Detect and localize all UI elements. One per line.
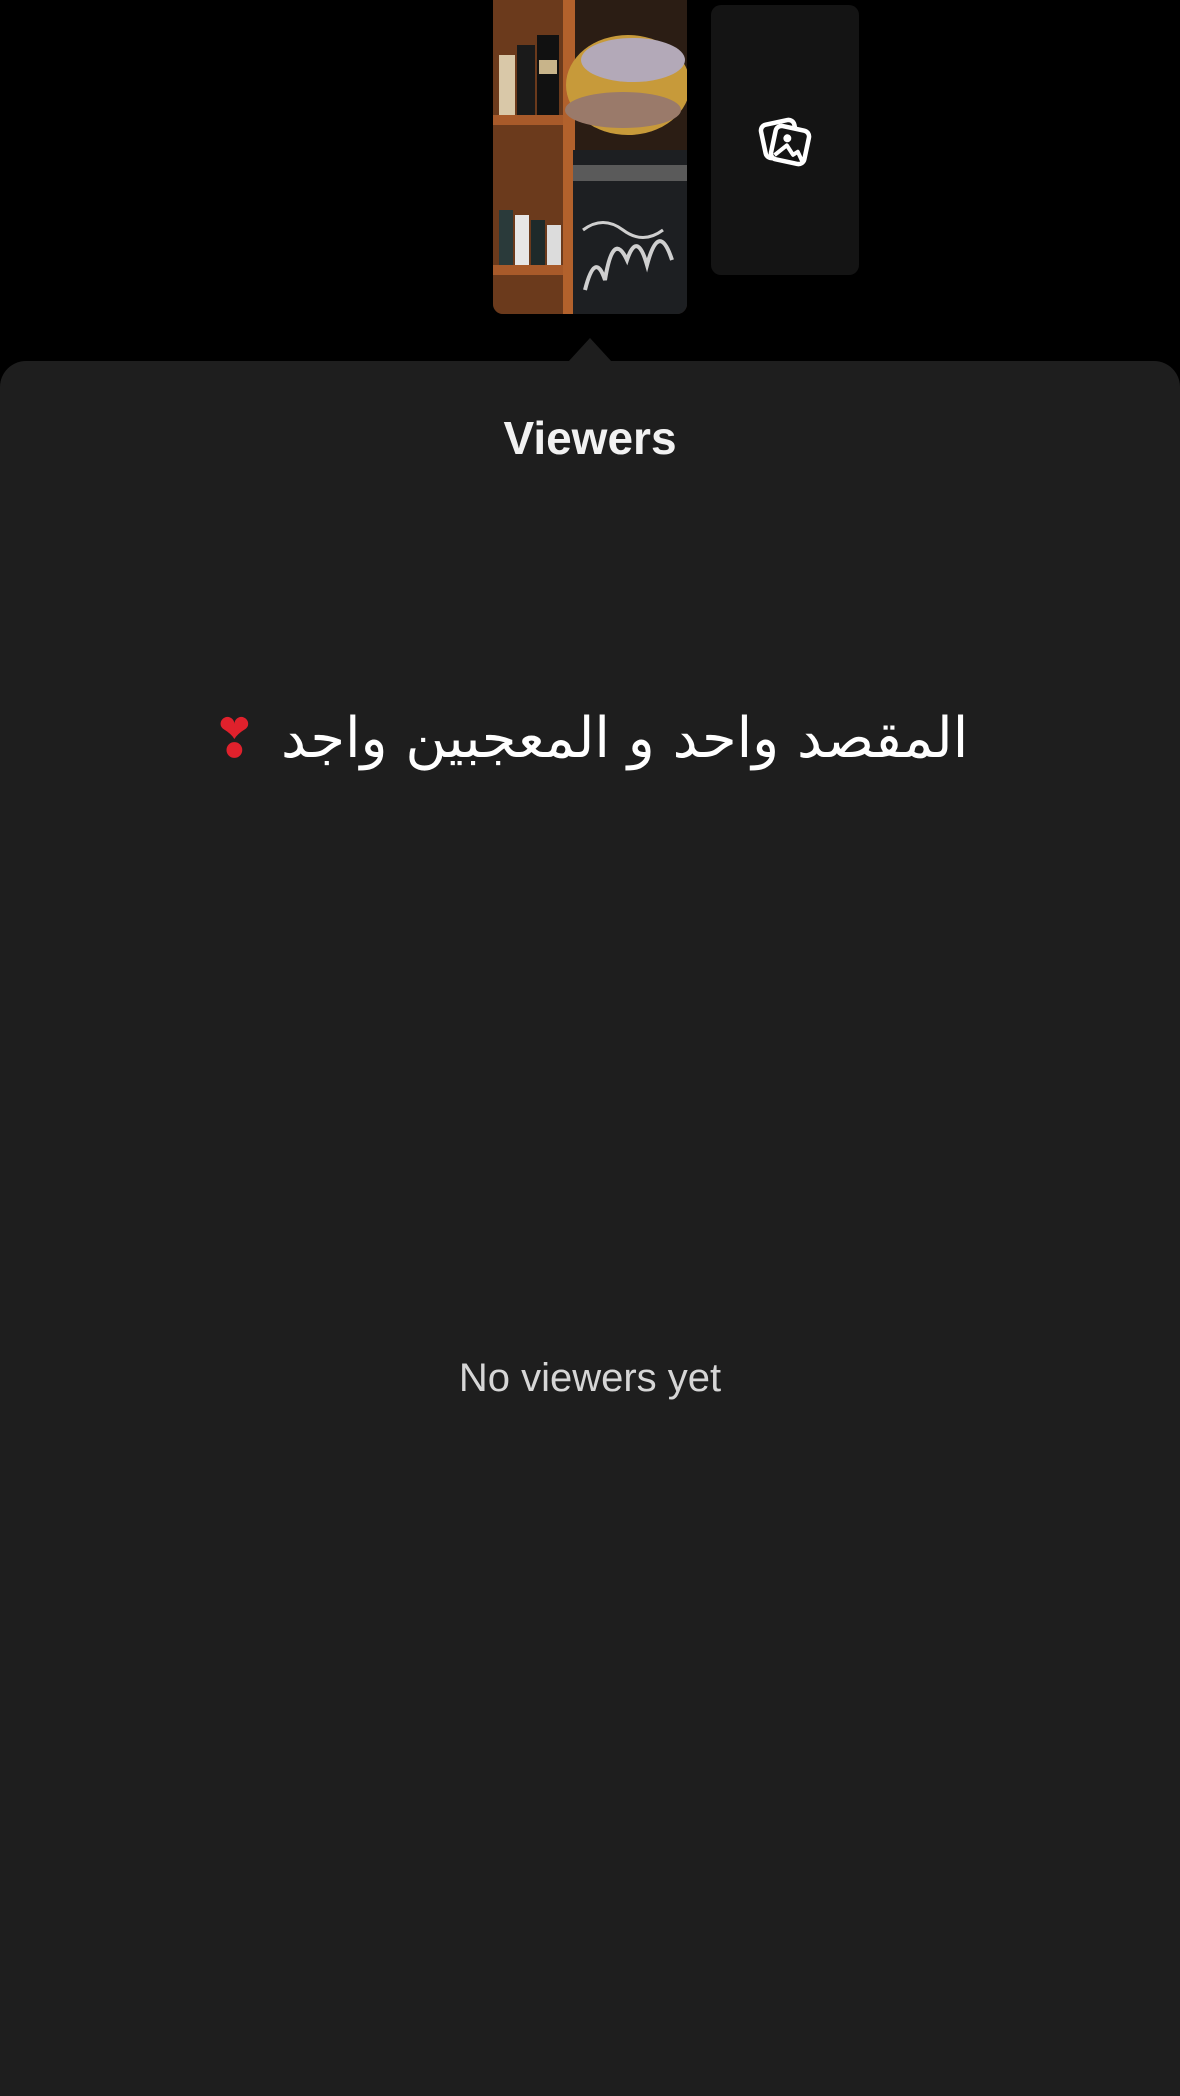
add-story-button[interactable] <box>711 5 859 275</box>
story-caption-text: المقصد واحد و المعجبين واجد <box>280 706 969 771</box>
empty-state-text: No viewers yet <box>458 1356 722 1400</box>
story-caption: المقصد واحد و المعجبين واجد ❣ <box>0 706 1180 771</box>
sheet-title: Viewers <box>503 412 677 464</box>
viewers-sheet: Viewers المقصد واحد و المعجبين واجد ❣ No … <box>0 361 1180 2096</box>
story-thumbnail[interactable] <box>493 0 687 314</box>
image-gallery-icon <box>758 117 812 167</box>
sheet-pointer <box>568 338 612 362</box>
story-thumbnail-image <box>493 0 687 314</box>
story-strip <box>0 0 1180 362</box>
heart-exclamation-icon: ❣ <box>211 707 257 770</box>
